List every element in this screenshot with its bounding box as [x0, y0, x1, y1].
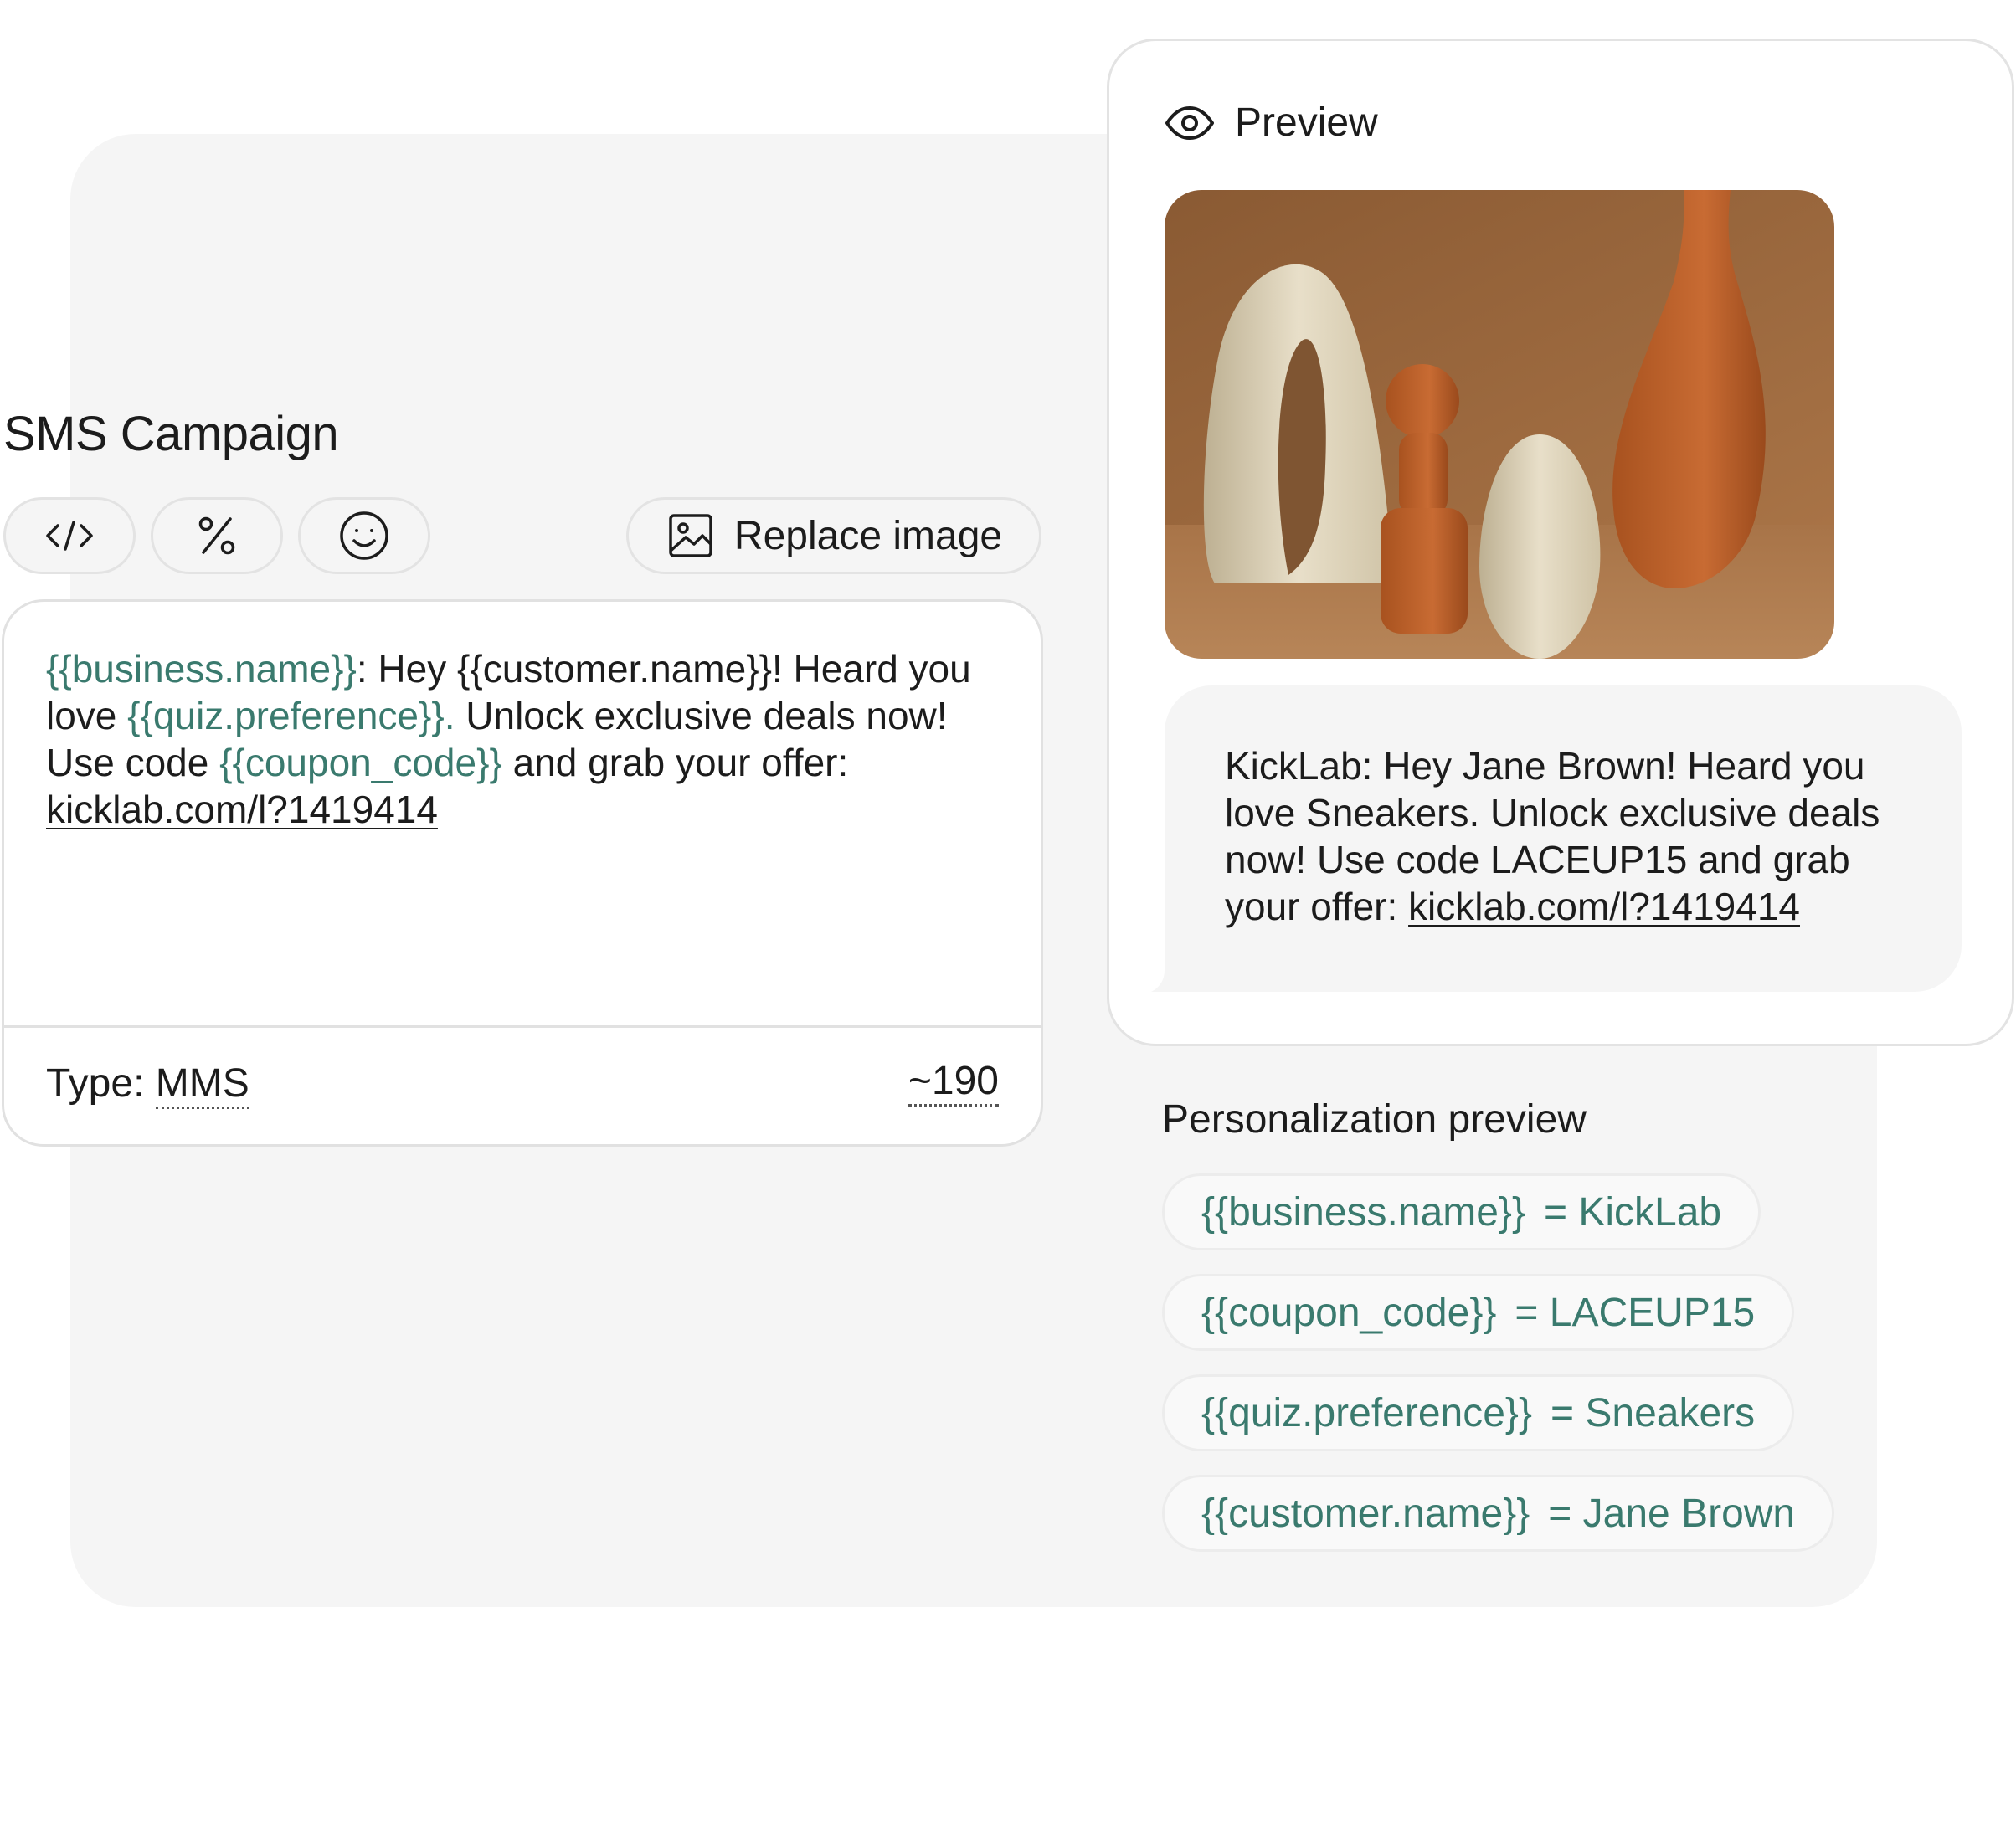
chip-key: {{business.name}} — [1201, 1189, 1525, 1235]
page-title: SMS Campaign — [3, 407, 339, 461]
variable-coupon-code: {{coupon_code}} — [219, 741, 502, 784]
code-icon — [46, 521, 93, 551]
chip-value: = LACEUP15 — [1515, 1290, 1756, 1335]
mms-image — [1165, 190, 1834, 659]
personalization-chip[interactable]: {{coupon_code}} = LACEUP15 — [1162, 1274, 1795, 1351]
personalization-title: Personalization preview — [1162, 1097, 1587, 1142]
message-type-value[interactable]: MMS — [155, 1060, 249, 1109]
preview-message: KickLab: Hey Jane Brown! Heard you love … — [1225, 742, 1920, 930]
chip-value: = Jane Brown — [1548, 1491, 1796, 1536]
insert-emoji-button[interactable] — [298, 497, 430, 574]
message-type-prefix: Type: — [46, 1060, 156, 1106]
character-count[interactable]: ~190 — [908, 1059, 999, 1107]
preview-card: Preview KickLab: Hey Jane Brown! Heard y… — [1107, 39, 2014, 1046]
message-editor[interactable]: {{business.name}}: Hey {{customer.name}}… — [2, 599, 1043, 1147]
insert-code-button[interactable] — [3, 497, 136, 574]
personalization-chip[interactable]: {{business.name}} = KickLab — [1162, 1173, 1761, 1250]
message-text-segment: and grab your offer: — [501, 741, 849, 784]
preview-title: Preview — [1235, 100, 1378, 145]
bubble-tail — [1151, 970, 1185, 992]
variable-business-name: {{business.name}} — [46, 647, 357, 691]
eye-icon — [1165, 105, 1214, 140]
personalization-chip[interactable]: {{customer.name}} = Jane Brown — [1162, 1475, 1835, 1552]
preview-header: Preview — [1165, 100, 1378, 146]
message-bubble: KickLab: Hey Jane Brown! Heard you love … — [1165, 686, 1962, 992]
percent-icon — [198, 516, 235, 555]
message-text[interactable]: {{business.name}}: Hey {{customer.name}}… — [46, 645, 1017, 833]
personalization-chip[interactable]: {{quiz.preference}} = Sneakers — [1162, 1374, 1795, 1451]
message-type: Type: MMS — [46, 1060, 249, 1109]
editor-divider — [4, 1025, 1041, 1028]
chip-key: {{customer.name}} — [1201, 1491, 1530, 1536]
smile-icon — [340, 511, 388, 560]
variable-quiz-preference: {{quiz.preference}}. — [127, 694, 455, 737]
image-icon — [669, 514, 712, 557]
chip-value: = KickLab — [1543, 1189, 1722, 1235]
replace-image-button[interactable]: Replace image — [626, 497, 1041, 574]
chip-value: = Sneakers — [1551, 1390, 1756, 1435]
message-link[interactable]: kicklab.com/l?1419414 — [46, 788, 438, 831]
insert-discount-button[interactable] — [151, 497, 283, 574]
preview-message-link[interactable]: kicklab.com/l?1419414 — [1408, 885, 1800, 928]
chip-key: {{quiz.preference}} — [1201, 1390, 1532, 1435]
replace-image-label: Replace image — [733, 513, 1003, 558]
editor-footer: Type: MMS ~190 — [46, 1054, 999, 1112]
chip-key: {{coupon_code}} — [1201, 1290, 1497, 1335]
